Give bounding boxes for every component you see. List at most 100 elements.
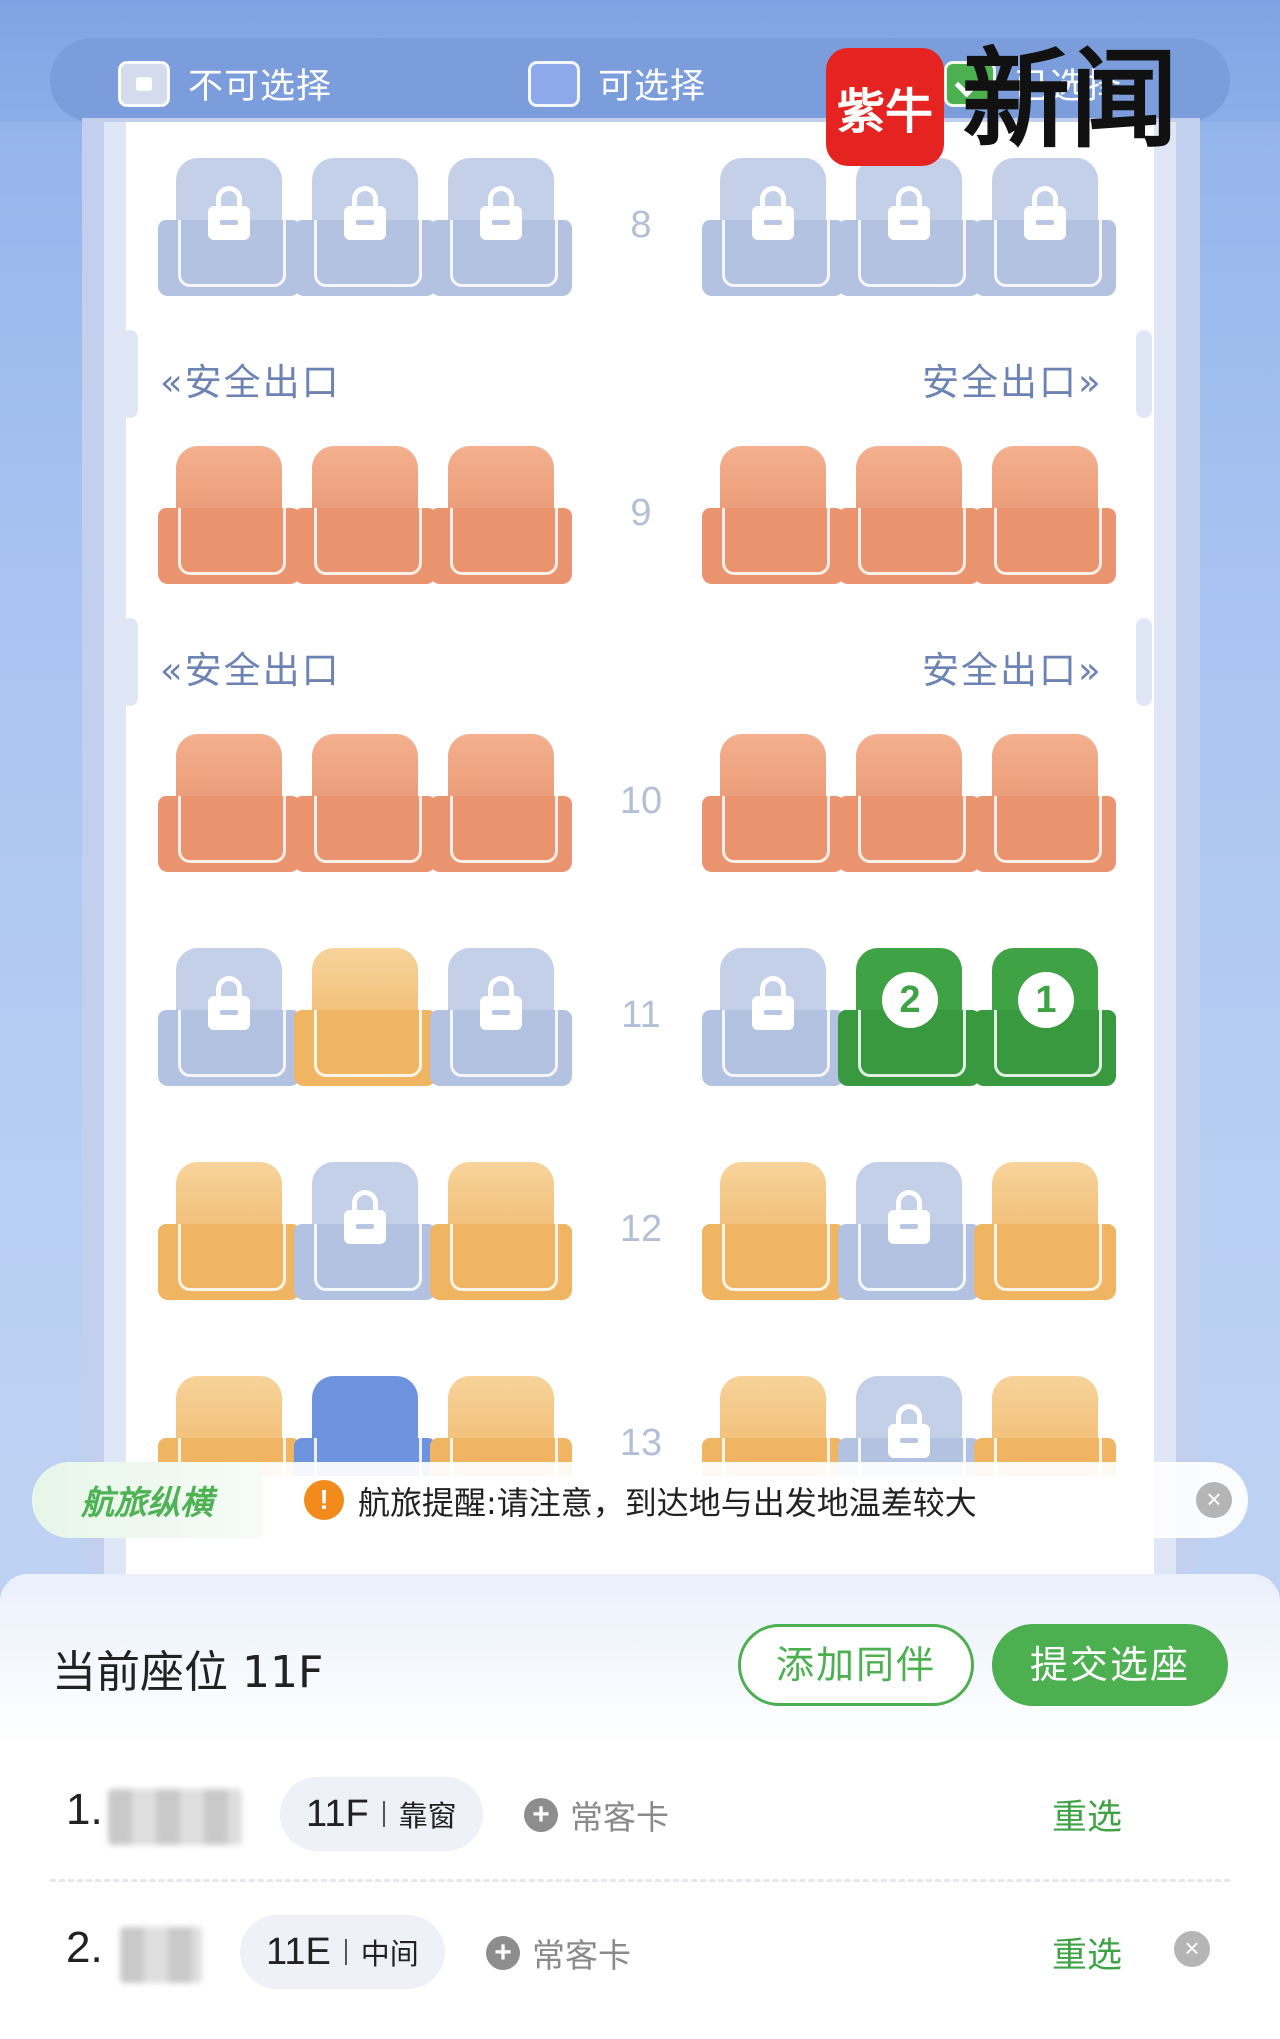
reselect-button[interactable]: 重选 xyxy=(1052,1927,1122,1978)
seat-chip: 11E 中间 xyxy=(240,1915,445,1989)
seat[interactable] xyxy=(294,446,436,584)
seat[interactable] xyxy=(974,1376,1116,1476)
lock-icon xyxy=(344,186,386,242)
watermark-logo: 紫牛 xyxy=(826,48,944,166)
legend-unavailable: 不可选择 xyxy=(118,58,332,109)
exit-label-left: «安全出口 xyxy=(160,361,341,404)
seat[interactable] xyxy=(158,1162,300,1300)
seat[interactable] xyxy=(974,446,1116,584)
exit-marker-left xyxy=(122,330,138,418)
seat xyxy=(158,158,300,296)
seat xyxy=(430,158,572,296)
submit-seat-button[interactable]: 提交选座 xyxy=(992,1624,1228,1706)
passenger-index: 1. xyxy=(66,1785,103,1834)
seat[interactable] xyxy=(974,1162,1116,1300)
watermark-logo-text: 紫牛 xyxy=(836,84,933,140)
available-seat-icon xyxy=(528,60,580,107)
close-icon[interactable]: × xyxy=(1196,1482,1232,1518)
seat[interactable] xyxy=(294,1376,436,1476)
travel-reminder-banner: 航旅纵横 ! 航旅提醒:请注意，到达地与出发地温差较大 × xyxy=(32,1462,1248,1538)
seat[interactable] xyxy=(430,1376,572,1476)
frequent-flyer-card-button[interactable]: + 常客卡 xyxy=(524,1791,669,1839)
row-number: 11 xyxy=(621,994,661,1036)
seat xyxy=(158,948,300,1086)
seat[interactable] xyxy=(702,1162,844,1300)
frequent-flyer-card-button[interactable]: + 常客卡 xyxy=(486,1929,631,1977)
passenger-name-blurred xyxy=(108,1789,242,1845)
lock-icon xyxy=(344,1190,386,1246)
seat xyxy=(702,158,844,296)
row-number: 10 xyxy=(619,780,663,822)
seat-code: 11E xyxy=(266,1930,331,1973)
seat xyxy=(430,948,572,1086)
warning-icon: ! xyxy=(304,1480,344,1520)
exit-label-right: 安全出口» xyxy=(922,361,1103,404)
seat[interactable] xyxy=(294,948,436,1086)
seat xyxy=(838,1162,980,1300)
lock-icon xyxy=(480,976,522,1032)
seat xyxy=(294,158,436,296)
seat[interactable] xyxy=(158,734,300,872)
exit-marker-right xyxy=(1136,618,1152,706)
lock-icon xyxy=(888,1190,930,1246)
seat xyxy=(838,1376,980,1476)
seat-chip: 11F 靠窗 xyxy=(280,1777,483,1851)
exit-label-right: 安全出口» xyxy=(922,649,1103,692)
seat[interactable] xyxy=(838,734,980,872)
seat-code: 11F xyxy=(306,1792,369,1835)
lock-icon xyxy=(888,186,930,242)
seat[interactable] xyxy=(294,734,436,872)
double-chevron-left-icon: « xyxy=(160,361,185,404)
frequent-flyer-label: 常客卡 xyxy=(532,1936,631,1975)
exit-marker-right xyxy=(1136,330,1152,418)
double-chevron-left-icon: « xyxy=(160,649,185,692)
seat[interactable] xyxy=(974,734,1116,872)
lock-icon xyxy=(208,186,250,242)
reselect-button[interactable]: 重选 xyxy=(1052,1789,1122,1840)
cabin-wall-right xyxy=(1154,122,1176,1578)
seat[interactable] xyxy=(838,446,980,584)
selection-order-badge: 2 xyxy=(882,972,938,1028)
seat[interactable] xyxy=(702,734,844,872)
lock-icon xyxy=(752,976,794,1032)
seat-position: 靠窗 xyxy=(398,1799,457,1833)
remove-passenger-icon[interactable]: × xyxy=(1174,1931,1210,1967)
seat xyxy=(974,158,1116,296)
reminder-text: 航旅提醒:请注意，到达地与出发地温差较大 xyxy=(358,1484,977,1522)
seat[interactable] xyxy=(430,734,572,872)
passenger-index: 2. xyxy=(66,1923,103,1972)
row-number: 9 xyxy=(630,492,652,534)
lock-icon xyxy=(208,976,250,1032)
passenger-row: 2. 11E 中间 + 常客卡 重选 × xyxy=(0,1893,1280,2003)
seat[interactable] xyxy=(430,1162,572,1300)
passenger-name-blurred xyxy=(120,1927,202,1983)
row-number: 12 xyxy=(619,1208,663,1250)
add-companion-button[interactable]: 添加同伴 xyxy=(738,1624,974,1706)
seat[interactable] xyxy=(702,1376,844,1476)
seat[interactable]: 1 xyxy=(974,948,1116,1086)
watermark-text: 新闻 xyxy=(962,37,1179,163)
seat-position: 中间 xyxy=(360,1937,419,1971)
legend-available: 可选择 xyxy=(528,58,706,109)
lock-icon xyxy=(480,186,522,242)
lock-icon xyxy=(888,1404,930,1460)
current-seat: 当前座位 11F xyxy=(52,1647,324,1698)
seat[interactable]: 2 xyxy=(838,948,980,1086)
seat xyxy=(702,948,844,1086)
lock-icon xyxy=(118,60,170,107)
seat[interactable] xyxy=(702,446,844,584)
seat[interactable] xyxy=(158,1376,300,1476)
seat xyxy=(838,158,980,296)
seat[interactable] xyxy=(158,446,300,584)
seat xyxy=(294,1162,436,1300)
lock-icon xyxy=(1024,186,1066,242)
double-chevron-right-icon: » xyxy=(1078,361,1103,404)
row-number: 8 xyxy=(630,204,652,246)
frequent-flyer-label: 常客卡 xyxy=(570,1798,669,1837)
plus-icon: + xyxy=(486,1936,520,1970)
seat[interactable] xyxy=(430,446,572,584)
legend-unavailable-label: 不可选择 xyxy=(188,67,333,107)
plus-icon: + xyxy=(524,1798,558,1832)
reminder-brand: 航旅纵横 xyxy=(32,1462,262,1538)
double-chevron-right-icon: » xyxy=(1078,649,1103,692)
